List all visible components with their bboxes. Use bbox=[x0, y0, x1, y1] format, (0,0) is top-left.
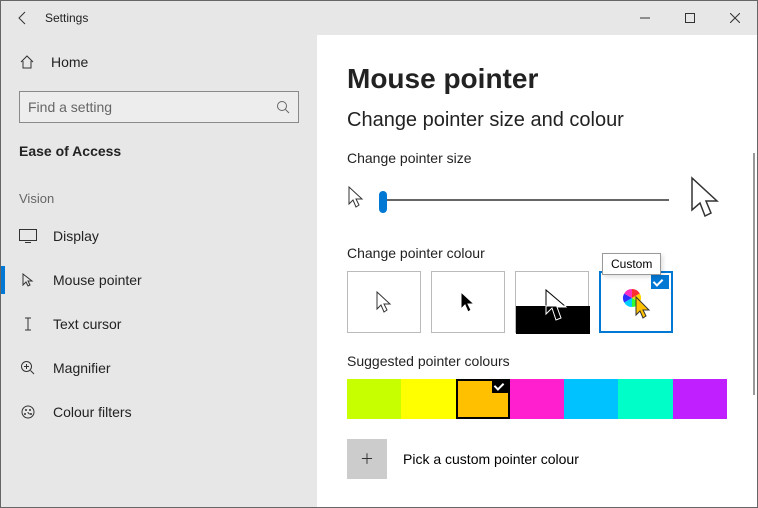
sidebar-item-label: Mouse pointer bbox=[53, 272, 142, 288]
pointer-colour-label: Change pointer colour bbox=[347, 245, 727, 261]
arrow-left-icon bbox=[15, 10, 31, 26]
pointer-colour-inverted[interactable] bbox=[515, 271, 589, 333]
sidebar-item-mouse-pointer[interactable]: Mouse pointer bbox=[1, 258, 317, 302]
plus-icon: ＋ bbox=[360, 449, 374, 469]
window-title: Settings bbox=[45, 11, 88, 25]
cursor-black-icon bbox=[459, 290, 477, 314]
home-nav[interactable]: Home bbox=[1, 43, 317, 81]
pointer-colour-black[interactable] bbox=[431, 271, 505, 333]
sidebar-item-text-cursor[interactable]: Text cursor bbox=[1, 302, 317, 346]
maximize-icon bbox=[685, 13, 695, 23]
pointer-colour-white[interactable] bbox=[347, 271, 421, 333]
pick-custom-colour-label: Pick a custom pointer colour bbox=[403, 451, 579, 467]
colour-swatch[interactable] bbox=[673, 379, 727, 419]
colour-swatch[interactable] bbox=[618, 379, 672, 419]
sidebar-item-label: Magnifier bbox=[53, 360, 111, 376]
display-icon bbox=[19, 229, 37, 243]
text-cursor-icon bbox=[19, 316, 37, 332]
home-icon bbox=[19, 54, 35, 70]
sidebar-item-colour-filters[interactable]: Colour filters bbox=[1, 390, 317, 434]
pointer-colour-custom[interactable] bbox=[599, 271, 673, 333]
search-placeholder: Find a setting bbox=[28, 99, 112, 115]
pick-custom-colour-button[interactable]: ＋ bbox=[347, 439, 387, 479]
cursor-large-icon bbox=[689, 176, 727, 223]
minimize-button[interactable] bbox=[622, 1, 667, 35]
colour-swatch[interactable] bbox=[347, 379, 401, 419]
page-subtitle: Change pointer size and colour bbox=[347, 109, 727, 132]
search-input[interactable]: Find a setting bbox=[19, 91, 299, 123]
colour-swatch[interactable] bbox=[401, 379, 455, 419]
scrollbar[interactable] bbox=[753, 153, 755, 395]
search-icon bbox=[276, 100, 290, 114]
breadcrumb: Ease of Access bbox=[1, 137, 317, 177]
colour-swatch[interactable] bbox=[510, 379, 564, 419]
magnifier-icon bbox=[19, 360, 37, 376]
suggested-swatches bbox=[347, 379, 727, 419]
sidebar: Home Find a setting Ease of Access Visio… bbox=[1, 35, 317, 507]
minimize-icon bbox=[640, 13, 650, 23]
colour-swatch[interactable] bbox=[456, 379, 510, 419]
section-label: Vision bbox=[1, 177, 317, 214]
pointer-size-slider[interactable] bbox=[379, 199, 669, 201]
check-icon bbox=[651, 275, 669, 289]
colour-wheel-icon bbox=[619, 285, 653, 319]
sidebar-item-label: Text cursor bbox=[53, 316, 121, 332]
sidebar-item-display[interactable]: Display bbox=[1, 214, 317, 258]
colour-filters-icon bbox=[19, 404, 37, 420]
home-label: Home bbox=[51, 54, 88, 70]
pointer-size-label: Change pointer size bbox=[347, 150, 727, 166]
suggested-colours-label: Suggested pointer colours bbox=[347, 353, 727, 369]
slider-thumb[interactable] bbox=[379, 191, 387, 213]
close-icon bbox=[730, 13, 740, 23]
back-button[interactable] bbox=[1, 1, 45, 35]
sidebar-item-label: Display bbox=[53, 228, 99, 244]
cursor-inverted-icon bbox=[516, 272, 590, 334]
sidebar-item-label: Colour filters bbox=[53, 404, 132, 420]
cursor-small-icon bbox=[347, 185, 369, 214]
cursor-white-icon bbox=[375, 290, 393, 314]
colour-swatch[interactable] bbox=[564, 379, 618, 419]
close-button[interactable] bbox=[712, 1, 757, 35]
page-title: Mouse pointer bbox=[347, 63, 727, 95]
colour-tooltip: Custom bbox=[602, 253, 661, 275]
maximize-button[interactable] bbox=[667, 1, 712, 35]
mouse-pointer-icon bbox=[19, 272, 37, 288]
main-content: Mouse pointer Change pointer size and co… bbox=[317, 35, 757, 507]
check-icon bbox=[492, 379, 510, 393]
sidebar-item-magnifier[interactable]: Magnifier bbox=[1, 346, 317, 390]
